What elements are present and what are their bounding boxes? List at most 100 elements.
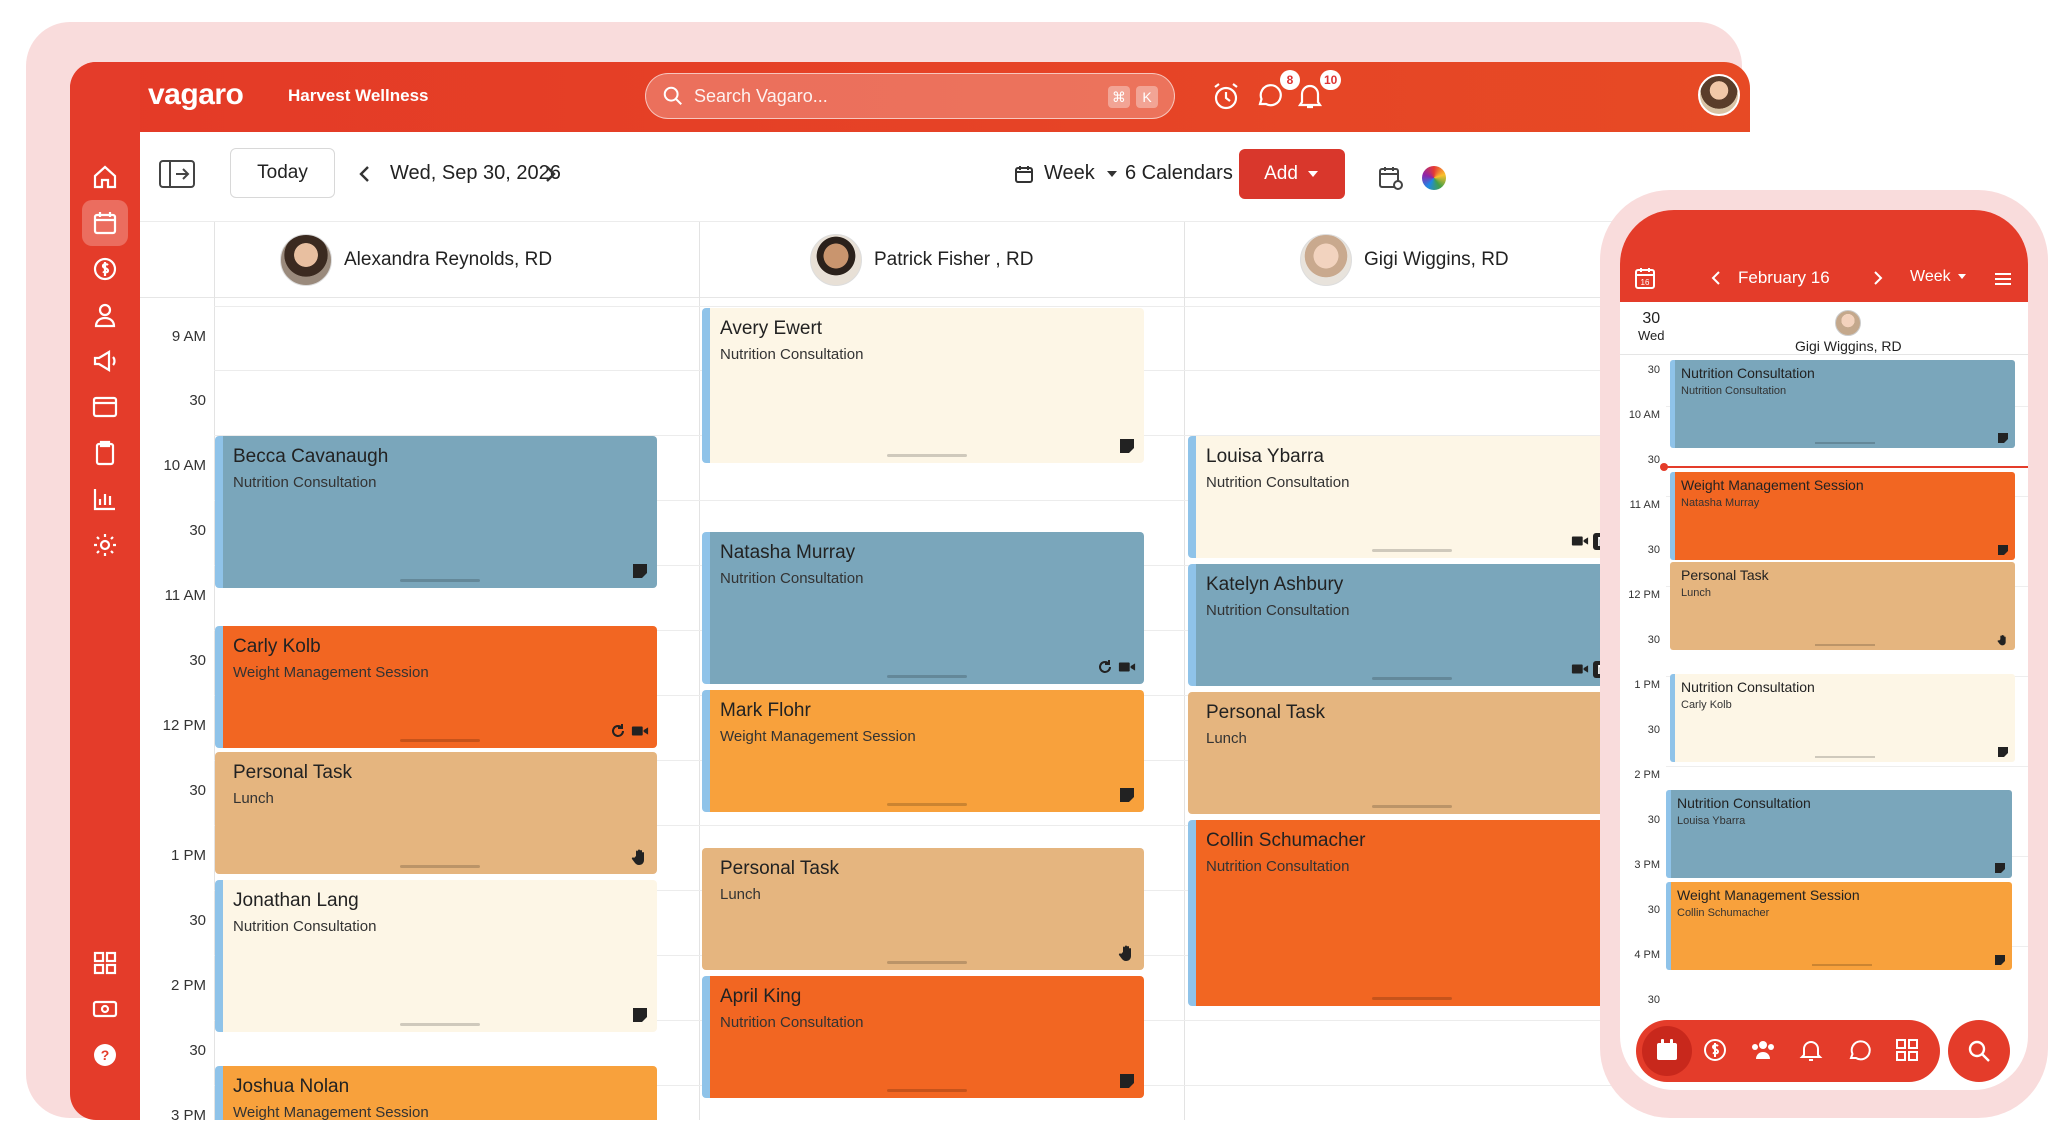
clipboard-icon[interactable] xyxy=(82,430,128,476)
note-icon[interactable] xyxy=(1994,954,2006,966)
calendar-icon[interactable] xyxy=(1654,1037,1680,1063)
help-icon[interactable]: ? xyxy=(82,1032,128,1078)
note-icon[interactable] xyxy=(631,1006,649,1024)
resize-handle[interactable] xyxy=(400,579,480,582)
resize-handle[interactable] xyxy=(887,675,967,678)
current-time-indicator xyxy=(1660,463,2028,471)
phone-search-button[interactable] xyxy=(1948,1020,2010,1082)
service-title: Weight Management Session xyxy=(1677,887,1860,903)
chevron-right-icon[interactable] xyxy=(542,164,558,184)
browser-window-icon[interactable] xyxy=(82,384,128,430)
resize-handle[interactable] xyxy=(1815,442,1875,444)
resize-handle[interactable] xyxy=(887,1089,967,1092)
apps-grid-icon[interactable] xyxy=(1894,1037,1920,1063)
personal-task-block[interactable]: Personal Task Lunch xyxy=(215,752,657,874)
note-icon[interactable] xyxy=(1997,432,2009,444)
resize-handle[interactable] xyxy=(1815,644,1875,646)
resize-handle[interactable] xyxy=(1372,805,1452,808)
search-bar[interactable]: Search Vagaro... ⌘ K xyxy=(645,73,1175,119)
resize-handle[interactable] xyxy=(1372,549,1452,552)
chevron-left-icon[interactable] xyxy=(1710,270,1722,286)
time-label: 30 xyxy=(189,1042,206,1059)
calendar-settings-icon[interactable] xyxy=(1377,164,1405,192)
staff-header-row: Alexandra Reynolds, RD Patrick Fisher , … xyxy=(140,222,1750,298)
apps-grid-icon[interactable] xyxy=(82,940,128,986)
appointment-block[interactable]: Joshua Nolan Weight Management Session xyxy=(215,1066,657,1120)
home-icon[interactable] xyxy=(82,154,128,200)
messages-icon[interactable] xyxy=(1846,1037,1872,1063)
panel-toggle-icon[interactable] xyxy=(158,158,196,190)
personal-task-block[interactable]: Personal Task Lunch xyxy=(1188,692,1628,814)
phone-view-selector[interactable]: Week xyxy=(1910,268,1967,286)
cash-icon[interactable] xyxy=(82,986,128,1032)
user-avatar[interactable] xyxy=(1698,74,1740,116)
resize-handle[interactable] xyxy=(400,865,480,868)
menu-icon[interactable] xyxy=(1994,272,2012,286)
chevron-right-icon[interactable] xyxy=(1872,270,1884,286)
resize-handle[interactable] xyxy=(887,961,967,964)
dollar-icon[interactable] xyxy=(82,246,128,292)
appointment-block[interactable]: Collin Schumacher Nutrition Consultation xyxy=(1188,820,1628,1006)
staff-column-header[interactable]: Patrick Fisher , RD xyxy=(810,222,1033,298)
dollar-icon[interactable] xyxy=(1702,1037,1728,1063)
note-icon[interactable] xyxy=(1997,746,2009,758)
business-name[interactable]: Harvest Wellness xyxy=(288,86,428,106)
personal-task-block[interactable]: Personal Task Lunch xyxy=(702,848,1144,970)
personal-task-block[interactable]: Personal Task Lunch xyxy=(1670,562,2015,650)
alarm-clock-icon[interactable] xyxy=(1210,80,1242,112)
resize-handle[interactable] xyxy=(400,739,480,742)
note-icon[interactable] xyxy=(1118,786,1136,804)
add-button[interactable]: Add xyxy=(1239,149,1345,199)
megaphone-icon[interactable] xyxy=(82,338,128,384)
note-icon[interactable] xyxy=(1997,544,2009,556)
phone-staff-header[interactable]: Gigi Wiggins, RD xyxy=(1795,310,1902,354)
appointment-block[interactable]: Natasha Murray Nutrition Consultation xyxy=(702,532,1144,684)
phone-day-header[interactable]: 30 Wed xyxy=(1638,310,1665,343)
chevron-left-icon[interactable] xyxy=(357,164,373,184)
resize-handle[interactable] xyxy=(887,454,967,457)
phone-month-label: February 16 xyxy=(1738,268,1830,287)
color-wheel-icon[interactable] xyxy=(1422,166,1446,190)
appointment-block[interactable]: Jonathan Lang Nutrition Consultation xyxy=(215,880,657,1032)
staff-column-header[interactable]: Gigi Wiggins, RD xyxy=(1300,222,1509,298)
appointment-block[interactable]: Weight Management Session Natasha Murray xyxy=(1670,472,2015,560)
resize-handle[interactable] xyxy=(400,1023,480,1026)
customers-group-icon[interactable] xyxy=(1750,1037,1776,1063)
appointment-block[interactable]: Carly Kolb Weight Management Session xyxy=(215,626,657,748)
note-icon[interactable] xyxy=(1994,862,2006,874)
appointment-block[interactable]: Mark Flohr Weight Management Session xyxy=(702,690,1144,812)
resize-handle[interactable] xyxy=(1372,997,1452,1000)
resize-handle[interactable] xyxy=(1815,756,1875,758)
appointment-block[interactable]: Becca Cavanaugh Nutrition Consultation xyxy=(215,436,657,588)
appointment-block[interactable]: Katelyn Ashbury Nutrition Consultation N… xyxy=(1188,564,1628,686)
vagaro-logo[interactable]: vagaro xyxy=(148,78,244,112)
appointment-block[interactable]: April King Nutrition Consultation xyxy=(702,976,1144,1098)
reports-chart-icon[interactable] xyxy=(82,476,128,522)
note-icon[interactable] xyxy=(631,562,649,580)
notifications-badge: 10 xyxy=(1320,70,1342,90)
appointment-block[interactable]: Nutrition Consultation Louisa Ybarra xyxy=(1666,790,2012,878)
resize-handle[interactable] xyxy=(1811,964,1872,966)
resize-handle[interactable] xyxy=(887,803,967,806)
staff-avatar xyxy=(280,234,332,286)
calendar-icon[interactable] xyxy=(82,200,128,246)
appointment-block[interactable]: Nutrition Consultation Carly Kolb xyxy=(1670,674,2015,762)
appointment-block[interactable]: Louisa Ybarra Nutrition Consultation NR xyxy=(1188,436,1628,558)
note-icon[interactable] xyxy=(1118,437,1136,455)
staff-avatar xyxy=(810,234,862,286)
resize-handle[interactable] xyxy=(1372,677,1452,680)
appointment-block[interactable]: Avery Ewert Nutrition Consultation xyxy=(702,308,1144,463)
appointment-block[interactable]: Weight Management Session Collin Schumac… xyxy=(1666,882,2012,970)
appointment-block[interactable]: Nutrition Consultation Nutrition Consult… xyxy=(1670,360,2015,448)
note-icon[interactable] xyxy=(1118,1072,1136,1090)
customer-icon[interactable] xyxy=(82,292,128,338)
hand-icon xyxy=(1118,945,1131,961)
settings-gear-icon[interactable] xyxy=(82,522,128,568)
bell-icon[interactable] xyxy=(1798,1037,1824,1063)
calendar-day-icon[interactable]: 16 xyxy=(1634,266,1656,290)
service-name: Weight Management Session xyxy=(233,1104,429,1120)
calendars-selector[interactable]: 6 Calendars xyxy=(1125,162,1257,185)
staff-column-header[interactable]: Alexandra Reynolds, RD xyxy=(280,222,552,298)
view-selector[interactable]: Week xyxy=(1014,162,1119,185)
today-button[interactable]: Today xyxy=(230,148,335,198)
